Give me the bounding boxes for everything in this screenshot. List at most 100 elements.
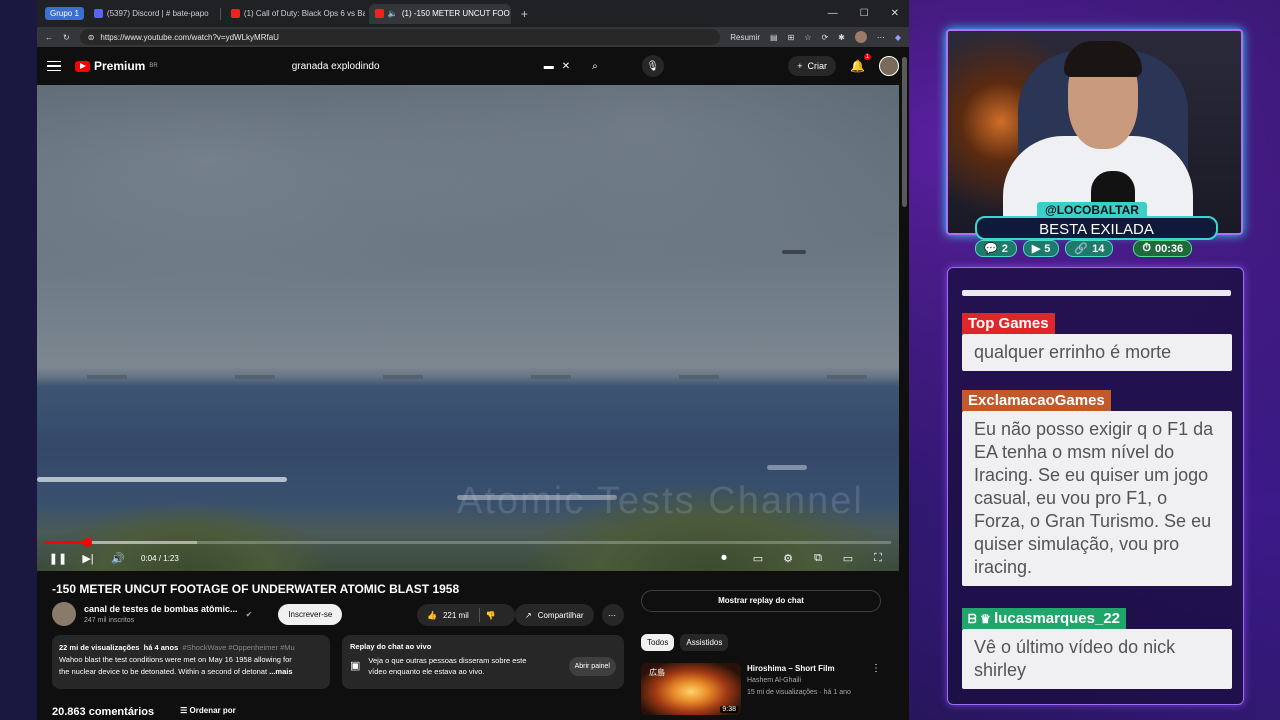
speaker-icon[interactable]: 🔈	[388, 9, 398, 18]
video-watermark: Atomic Tests Channel	[457, 480, 864, 522]
recommended-video[interactable]: 広島 9:38 Hiroshima – Short Film Hashem Al…	[641, 663, 881, 715]
sort-button[interactable]: ☰ Ordenar por	[180, 706, 236, 718]
comments-header: 20.863 comentários ☰ Ordenar por	[52, 706, 236, 718]
settings-gear-icon[interactable]: ⚙	[781, 551, 795, 565]
maximize-icon[interactable]: ☐	[860, 8, 869, 19]
reload-icon[interactable]: ↻	[63, 33, 70, 42]
filter-chip-all[interactable]: Todos	[641, 634, 675, 651]
subscribe-button[interactable]: Inscrever-se	[278, 603, 343, 625]
filter-chip-watched[interactable]: Assistidos	[680, 634, 729, 651]
notifications-bell-icon[interactable]: 🔔 1	[850, 54, 871, 73]
thumbs-down-icon[interactable]: 👎	[486, 611, 496, 620]
chat-message: Top Games qualquer errinho é morte	[962, 313, 1232, 371]
extensions-icon[interactable]: ⊞	[788, 33, 795, 42]
subtitles-icon[interactable]: ▭	[751, 551, 765, 565]
channel-avatar[interactable]	[52, 602, 76, 626]
new-tab-icon[interactable]: +	[521, 7, 528, 21]
sync-icon[interactable]: ⟳	[821, 33, 828, 42]
close-window-icon[interactable]: ✕	[891, 8, 899, 19]
youtube-logo[interactable]: Premium BR	[75, 59, 158, 73]
channel-name[interactable]: canal de testes de bombas atômic...	[84, 604, 238, 614]
hashtags[interactable]: #ShockWave #Oppenheimer #Mu	[182, 643, 294, 652]
header-actions: + Criar 🔔 1	[788, 54, 899, 76]
reader-icon[interactable]: ▤	[770, 33, 778, 42]
search-input[interactable]: granada explodindo ▬ ✕ ⌕	[282, 54, 608, 78]
address-bar-row: ← ↻ ⊜ https://www.youtube.com/watch?v=yd…	[37, 27, 909, 47]
copilot-icon[interactable]: ◆	[895, 33, 901, 42]
keyboard-icon[interactable]: ▬	[544, 61, 554, 72]
autoplay-toggle-icon[interactable]: ⏺	[713, 551, 735, 565]
tab-separator	[219, 7, 221, 20]
stat-video-value: 5	[1044, 242, 1051, 255]
tab-group-label[interactable]: Grupo 1	[45, 7, 84, 20]
chat-message: ExclamacaoGames Eu não posso exigir q o …	[962, 390, 1232, 586]
divider	[478, 608, 480, 622]
recommended-title[interactable]: Hiroshima – Short Film	[747, 663, 865, 675]
site-info-icon[interactable]: ⊜	[88, 33, 95, 42]
chat-replay-row: ▣ Veja o que outras pessoas disseram sob…	[350, 655, 616, 677]
search-icon[interactable]: ⌕	[592, 61, 598, 72]
favorite-star-icon[interactable]: ☆	[804, 33, 811, 42]
chat-replay-title: Replay do chat ao vivo	[350, 642, 432, 651]
tab-discord[interactable]: (5397) Discord | # bate-papo	[88, 4, 216, 24]
pause-icon[interactable]: ❚❚	[49, 551, 67, 565]
recommended-thumbnail[interactable]: 広島 9:38	[641, 663, 741, 715]
next-icon[interactable]: ▶|	[81, 551, 95, 565]
sort-label: Ordenar por	[189, 706, 236, 715]
puzzle-icon[interactable]: ✱	[838, 33, 845, 42]
account-avatar[interactable]	[879, 56, 899, 76]
minimize-icon[interactable]: —	[828, 8, 838, 19]
tab-label: (5397) Discord | # bate-papo	[106, 9, 209, 18]
menu-dots-icon[interactable]: ⋯	[877, 33, 885, 42]
create-label: Criar	[807, 61, 828, 71]
profile-avatar[interactable]	[854, 31, 867, 43]
more-link[interactable]: ...mais	[269, 667, 292, 676]
stat-video: ▶ 5	[1022, 240, 1060, 257]
address-bar[interactable]: ⊜ https://www.youtube.com/watch?v=ydWLky…	[79, 29, 721, 45]
hamburger-menu-icon[interactable]	[47, 60, 61, 72]
stat-time: ⏱ 00:36	[1133, 240, 1193, 257]
like-button[interactable]: 👍 221 mil 👎	[417, 604, 515, 626]
youtube-icon	[374, 9, 384, 18]
progress-bar[interactable]	[45, 538, 891, 547]
miniplayer-icon[interactable]: ⧉	[811, 551, 825, 565]
player-controls: ❚❚ ▶| 🔊 0:04 / 1:23 ⏺ ▭ ⚙ ⧉ ▭ ⛶	[49, 549, 885, 567]
video-player[interactable]: Atomic Tests Channel ❚❚ ▶| 🔊 0:04 / 1:23…	[37, 85, 899, 571]
show-chat-replay-button[interactable]: Mostrar replay do chat	[641, 590, 881, 612]
tab-call-of-duty[interactable]: (1) Call of Duty: Black Ops 6 vs Bat ✕	[225, 4, 365, 24]
description-meta: 22 mi de visualizações há 4 anos #ShockW…	[59, 642, 323, 654]
tab-atomic-blast[interactable]: 🔈 (1) -150 METER UNCUT FOO ✕	[368, 3, 511, 24]
chat-username: ExclamacaoGames	[962, 390, 1111, 411]
more-vert-icon[interactable]: ⋮	[871, 663, 881, 715]
recommended-channel[interactable]: Hashem Al-Ghaili	[747, 675, 865, 687]
streamer-nameplate: BESTA EXILADA @LOCOBALTAR	[975, 202, 1218, 240]
volume-icon[interactable]: 🔊	[111, 551, 125, 565]
verified-icon: ✔	[245, 609, 253, 619]
discord-icon	[93, 9, 103, 18]
fullscreen-icon[interactable]: ⛶	[871, 551, 885, 565]
page-scrollbar[interactable]	[902, 57, 907, 207]
chat-icon: ▣	[350, 659, 361, 672]
summarize-button[interactable]: Resumir	[730, 33, 760, 42]
voice-search-mic-icon[interactable]: 🎙	[641, 55, 664, 77]
open-panel-button[interactable]: Abrir painel	[568, 656, 616, 676]
duration-badge: 9:38	[720, 706, 738, 713]
chat-replay-text-1: Veja o que outras pessoas disseram sobre…	[368, 656, 527, 665]
thumbs-up-icon: 👍	[427, 610, 437, 620]
tab-bar: Grupo 1 (5397) Discord | # bate-papo (1)…	[37, 0, 909, 27]
player-controls-right: ⏺ ▭ ⚙ ⧉ ▭ ⛶	[713, 551, 885, 565]
video-aircraft	[782, 250, 806, 254]
back-icon[interactable]: ←	[45, 33, 53, 42]
chat-username-text: lucasmarques_22	[994, 610, 1121, 627]
theater-mode-icon[interactable]: ▭	[841, 551, 855, 565]
stream-title: BESTA EXILADA	[975, 216, 1218, 240]
toolbar-right: Resumir ▤ ⊞ ☆ ⟳ ✱ ⋯ ◆	[730, 31, 901, 43]
region-code: BR	[149, 63, 158, 69]
description-box[interactable]: 22 mi de visualizações há 4 anos #ShockW…	[52, 635, 330, 689]
youtube-icon	[230, 9, 240, 18]
more-actions-button[interactable]: ⋯	[602, 604, 624, 626]
chat-username: Top Games	[962, 313, 1055, 334]
share-button[interactable]: ↗ Compartilhar	[515, 604, 594, 626]
clear-search-icon[interactable]: ✕	[562, 61, 570, 72]
create-button[interactable]: + Criar	[788, 56, 837, 76]
